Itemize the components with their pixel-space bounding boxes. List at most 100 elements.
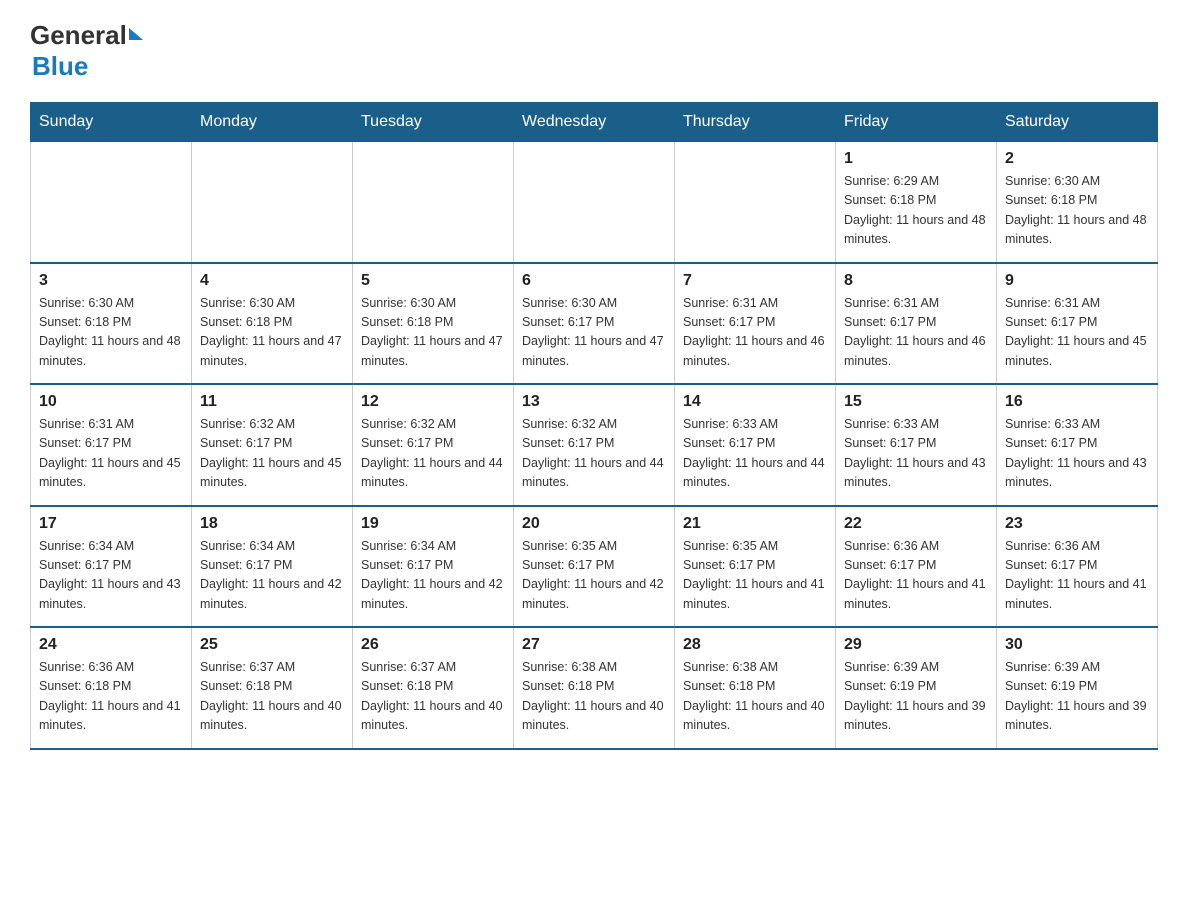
day-number: 16	[1005, 393, 1149, 411]
day-info: Sunrise: 6:30 AM Sunset: 6:18 PM Dayligh…	[200, 294, 344, 372]
calendar-cell: 4 Sunrise: 6:30 AM Sunset: 6:18 PM Daylig…	[192, 263, 353, 385]
day-number: 9	[1005, 272, 1149, 290]
calendar-cell: 13Sunrise: 6:32 AM Sunset: 6:17 PM Dayli…	[514, 384, 675, 506]
calendar-cell	[31, 142, 192, 263]
logo-blue: Blue	[32, 51, 143, 82]
day-info: Sunrise: 6:37 AM Sunset: 6:18 PM Dayligh…	[361, 658, 505, 736]
week-row-5: 24 Sunrise: 6:36 AM Sunset: 6:18 PM Dayli…	[31, 627, 1158, 749]
calendar-cell: 16 Sunrise: 6:33 AM Sunset: 6:17 PM Dayli…	[997, 384, 1158, 506]
day-info: Sunrise: 6:39 AM Sunset: 6:19 PM Dayligh…	[1005, 658, 1149, 736]
day-info: Sunrise: 6:34 AM Sunset: 6:17 PM Dayligh…	[361, 537, 505, 615]
calendar-cell: 12 Sunrise: 6:32 AM Sunset: 6:17 PM Dayli…	[353, 384, 514, 506]
weekday-header-tuesday: Tuesday	[353, 103, 514, 142]
day-number: 10	[39, 393, 183, 411]
day-info: Sunrise: 6:32 AM Sunset: 6:17 PM Dayligh…	[361, 415, 505, 493]
calendar-cell: 27Sunrise: 6:38 AM Sunset: 6:18 PM Dayli…	[514, 627, 675, 749]
day-info: Sunrise: 6:35 AM Sunset: 6:17 PM Dayligh…	[683, 537, 827, 615]
page-header: General Blue	[30, 20, 1158, 82]
day-info: Sunrise: 6:31 AM Sunset: 6:17 PM Dayligh…	[39, 415, 183, 493]
day-number: 3	[39, 272, 183, 290]
day-number: 4	[200, 272, 344, 290]
calendar-cell: 26 Sunrise: 6:37 AM Sunset: 6:18 PM Dayli…	[353, 627, 514, 749]
calendar-cell: 18 Sunrise: 6:34 AM Sunset: 6:17 PM Dayli…	[192, 506, 353, 628]
day-number: 29	[844, 636, 988, 654]
day-number: 19	[361, 515, 505, 533]
weekday-header-thursday: Thursday	[675, 103, 836, 142]
calendar-cell: 21 Sunrise: 6:35 AM Sunset: 6:17 PM Dayli…	[675, 506, 836, 628]
day-info: Sunrise: 6:34 AM Sunset: 6:17 PM Dayligh…	[200, 537, 344, 615]
calendar-table: SundayMondayTuesdayWednesdayThursdayFrid…	[30, 102, 1158, 750]
calendar-cell: 3 Sunrise: 6:30 AM Sunset: 6:18 PM Daylig…	[31, 263, 192, 385]
day-number: 12	[361, 393, 505, 411]
day-info: Sunrise: 6:32 AM Sunset: 6:17 PM Dayligh…	[522, 415, 666, 493]
logo-arrow-icon	[129, 28, 143, 40]
day-number: 28	[683, 636, 827, 654]
calendar-cell: 24 Sunrise: 6:36 AM Sunset: 6:18 PM Dayli…	[31, 627, 192, 749]
logo: General Blue	[30, 20, 143, 82]
week-row-3: 10 Sunrise: 6:31 AM Sunset: 6:17 PM Dayli…	[31, 384, 1158, 506]
day-number: 18	[200, 515, 344, 533]
calendar-cell: 6 Sunrise: 6:30 AM Sunset: 6:17 PM Daylig…	[514, 263, 675, 385]
day-number: 22	[844, 515, 988, 533]
calendar-cell	[514, 142, 675, 263]
logo-general: General	[30, 20, 127, 51]
calendar-cell: 17 Sunrise: 6:34 AM Sunset: 6:17 PM Dayli…	[31, 506, 192, 628]
calendar-cell: 10 Sunrise: 6:31 AM Sunset: 6:17 PM Dayli…	[31, 384, 192, 506]
week-row-2: 3 Sunrise: 6:30 AM Sunset: 6:18 PM Daylig…	[31, 263, 1158, 385]
day-number: 23	[1005, 515, 1149, 533]
day-info: Sunrise: 6:31 AM Sunset: 6:17 PM Dayligh…	[683, 294, 827, 372]
day-info: Sunrise: 6:36 AM Sunset: 6:18 PM Dayligh…	[39, 658, 183, 736]
day-info: Sunrise: 6:29 AM Sunset: 6:18 PM Dayligh…	[844, 172, 988, 250]
day-number: 6	[522, 272, 666, 290]
day-info: Sunrise: 6:38 AM Sunset: 6:18 PM Dayligh…	[522, 658, 666, 736]
day-info: Sunrise: 6:33 AM Sunset: 6:17 PM Dayligh…	[844, 415, 988, 493]
day-info: Sunrise: 6:30 AM Sunset: 6:17 PM Dayligh…	[522, 294, 666, 372]
calendar-cell: 30 Sunrise: 6:39 AM Sunset: 6:19 PM Dayli…	[997, 627, 1158, 749]
calendar-cell: 9 Sunrise: 6:31 AM Sunset: 6:17 PM Daylig…	[997, 263, 1158, 385]
day-info: Sunrise: 6:30 AM Sunset: 6:18 PM Dayligh…	[39, 294, 183, 372]
day-info: Sunrise: 6:31 AM Sunset: 6:17 PM Dayligh…	[1005, 294, 1149, 372]
day-number: 17	[39, 515, 183, 533]
day-number: 24	[39, 636, 183, 654]
day-info: Sunrise: 6:30 AM Sunset: 6:18 PM Dayligh…	[1005, 172, 1149, 250]
calendar-cell: 28Sunrise: 6:38 AM Sunset: 6:18 PM Dayli…	[675, 627, 836, 749]
day-number: 8	[844, 272, 988, 290]
day-number: 1	[844, 150, 988, 168]
day-number: 20	[522, 515, 666, 533]
day-info: Sunrise: 6:37 AM Sunset: 6:18 PM Dayligh…	[200, 658, 344, 736]
day-number: 14	[683, 393, 827, 411]
day-info: Sunrise: 6:31 AM Sunset: 6:17 PM Dayligh…	[844, 294, 988, 372]
calendar-cell: 14 Sunrise: 6:33 AM Sunset: 6:17 PM Dayli…	[675, 384, 836, 506]
calendar-cell: 15 Sunrise: 6:33 AM Sunset: 6:17 PM Dayli…	[836, 384, 997, 506]
calendar-cell: 25Sunrise: 6:37 AM Sunset: 6:18 PM Dayli…	[192, 627, 353, 749]
calendar-cell: 29 Sunrise: 6:39 AM Sunset: 6:19 PM Dayli…	[836, 627, 997, 749]
day-info: Sunrise: 6:36 AM Sunset: 6:17 PM Dayligh…	[1005, 537, 1149, 615]
day-number: 11	[200, 393, 344, 411]
calendar-cell: 22 Sunrise: 6:36 AM Sunset: 6:17 PM Dayli…	[836, 506, 997, 628]
weekday-header-sunday: Sunday	[31, 103, 192, 142]
calendar-cell: 7Sunrise: 6:31 AM Sunset: 6:17 PM Daylig…	[675, 263, 836, 385]
calendar-cell: 19 Sunrise: 6:34 AM Sunset: 6:17 PM Dayli…	[353, 506, 514, 628]
calendar-cell: 5Sunrise: 6:30 AM Sunset: 6:18 PM Daylig…	[353, 263, 514, 385]
weekday-header-wednesday: Wednesday	[514, 103, 675, 142]
day-number: 15	[844, 393, 988, 411]
day-number: 21	[683, 515, 827, 533]
day-info: Sunrise: 6:35 AM Sunset: 6:17 PM Dayligh…	[522, 537, 666, 615]
calendar-cell	[353, 142, 514, 263]
weekday-header-friday: Friday	[836, 103, 997, 142]
day-info: Sunrise: 6:36 AM Sunset: 6:17 PM Dayligh…	[844, 537, 988, 615]
day-number: 30	[1005, 636, 1149, 654]
day-info: Sunrise: 6:34 AM Sunset: 6:17 PM Dayligh…	[39, 537, 183, 615]
day-info: Sunrise: 6:32 AM Sunset: 6:17 PM Dayligh…	[200, 415, 344, 493]
calendar-cell	[675, 142, 836, 263]
week-row-1: 1 Sunrise: 6:29 AM Sunset: 6:18 PM Daylig…	[31, 142, 1158, 263]
calendar-cell: 2Sunrise: 6:30 AM Sunset: 6:18 PM Daylig…	[997, 142, 1158, 263]
day-info: Sunrise: 6:33 AM Sunset: 6:17 PM Dayligh…	[683, 415, 827, 493]
weekday-header-row: SundayMondayTuesdayWednesdayThursdayFrid…	[31, 103, 1158, 142]
weekday-header-monday: Monday	[192, 103, 353, 142]
day-info: Sunrise: 6:33 AM Sunset: 6:17 PM Dayligh…	[1005, 415, 1149, 493]
day-number: 26	[361, 636, 505, 654]
week-row-4: 17 Sunrise: 6:34 AM Sunset: 6:17 PM Dayli…	[31, 506, 1158, 628]
day-info: Sunrise: 6:39 AM Sunset: 6:19 PM Dayligh…	[844, 658, 988, 736]
calendar-cell: 8 Sunrise: 6:31 AM Sunset: 6:17 PM Daylig…	[836, 263, 997, 385]
